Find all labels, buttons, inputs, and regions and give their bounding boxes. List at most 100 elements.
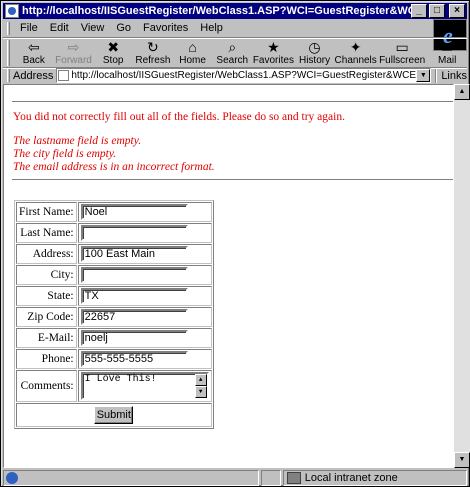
back-label: Back	[22, 55, 45, 66]
status-secure-pane	[260, 469, 281, 486]
page-content: You did not correctly fill out all of th…	[3, 84, 454, 468]
address-field[interactable]: 100 East Main	[80, 246, 188, 262]
page-icon	[58, 70, 70, 81]
email-label: E-Mail:	[16, 328, 77, 348]
history-button[interactable]: ◷ History	[295, 38, 335, 68]
scroll-down-icon[interactable]: ▼	[454, 452, 470, 468]
zone-label: Local intranet zone	[304, 471, 398, 484]
back-button[interactable]: ⇦ Back	[14, 38, 54, 68]
menu-go[interactable]: Go	[110, 22, 137, 34]
links-button[interactable]: Links	[441, 70, 467, 82]
stop-label: Stop	[102, 55, 124, 66]
textarea-scrollbar[interactable]: ▲ ▼	[194, 374, 207, 398]
refresh-label: Refresh	[135, 55, 171, 66]
form-row-city: City:	[16, 265, 212, 285]
refresh-icon: ↻	[147, 39, 159, 55]
close-button[interactable]: ×	[449, 4, 465, 18]
phone-field[interactable]: 555-555-5555	[80, 351, 188, 367]
favorites-button[interactable]: ★ Favorites	[252, 38, 295, 68]
comments-text: I Love This!	[84, 374, 157, 385]
error-item: The lastname field is empty.	[13, 135, 142, 147]
mail-button[interactable]: ✉ Mail	[427, 38, 467, 68]
channels-button[interactable]: ✦ Channels	[334, 38, 377, 68]
page-status-icon	[6, 471, 18, 484]
home-button[interactable]: ⌂ Home	[173, 38, 213, 68]
browser-app-icon	[5, 4, 19, 18]
status-zone-pane: Local intranet zone	[282, 469, 467, 486]
toolbar-grip[interactable]	[7, 40, 10, 66]
stop-button[interactable]: ✖ Stop	[93, 38, 133, 68]
mail-label: Mail	[437, 55, 457, 66]
comments-label: Comments:	[16, 370, 77, 402]
forward-button[interactable]: ⇨ Forward	[54, 38, 94, 68]
form-row-zip: Zip Code: 22657	[16, 307, 212, 327]
address-bar: Address http://localhost/IISGuestRegiste…	[3, 67, 467, 83]
home-icon: ⌂	[188, 39, 197, 55]
first-name-label: First Name:	[16, 202, 77, 222]
address-field-label: Address:	[16, 244, 77, 264]
zip-field[interactable]: 22657	[80, 309, 188, 325]
textarea-scroll-up-icon[interactable]: ▲	[194, 374, 207, 386]
menu-grip[interactable]	[7, 21, 10, 35]
email-field[interactable]: noelj	[80, 330, 188, 346]
search-button[interactable]: ⌕ Search	[212, 38, 252, 68]
form-row-first-name: First Name: Noel	[16, 202, 212, 222]
form-row-submit: Submit	[16, 403, 212, 427]
state-field[interactable]: TX	[80, 288, 188, 304]
back-arrow-icon: ⇦	[27, 39, 40, 55]
browser-window: http://localhost/IISGuestRegister/WebCla…	[0, 0, 470, 487]
top-divider	[12, 101, 453, 103]
textarea-scroll-down-icon[interactable]: ▼	[194, 386, 207, 398]
error-list: The lastname field is empty. The city fi…	[13, 135, 215, 174]
error-item: The email address is in an incorrect for…	[13, 161, 215, 173]
address-dropdown-icon[interactable]: ▼	[416, 69, 431, 82]
last-name-field[interactable]	[80, 225, 188, 241]
scroll-up-icon[interactable]: ▲	[454, 84, 470, 100]
phone-label: Phone:	[16, 349, 77, 369]
last-name-label: Last Name:	[16, 223, 77, 243]
window-title: http://localhost/IISGuestRegister/WebCla…	[22, 5, 411, 17]
address-grip[interactable]	[7, 69, 10, 82]
menu-bar: File Edit View Go Favorites Help	[3, 19, 467, 51]
menu-favorites[interactable]: Favorites	[137, 22, 194, 34]
form-row-state: State: TX	[16, 286, 212, 306]
menu-view[interactable]: View	[75, 22, 111, 34]
address-label: Address	[13, 69, 54, 82]
form-row-email: E-Mail: noelj	[16, 328, 212, 348]
status-main-pane	[3, 469, 259, 486]
form-row-address: Address: 100 East Main	[16, 244, 212, 264]
city-field[interactable]	[80, 267, 188, 283]
first-name-field[interactable]: Noel	[80, 204, 188, 220]
address-separator	[435, 68, 438, 83]
address-url: http://localhost/IISGuestRegister/WebCla…	[71, 70, 430, 81]
fullscreen-icon: ▭	[395, 39, 409, 55]
channels-icon: ✦	[349, 39, 362, 55]
history-icon: ◷	[308, 39, 321, 55]
page-vertical-scrollbar[interactable]: ▲ ▼	[454, 84, 470, 468]
mail-icon: ✉	[441, 39, 454, 55]
maximize-button[interactable]: □	[429, 4, 445, 18]
refresh-button[interactable]: ↻ Refresh	[133, 38, 173, 68]
minimize-button[interactable]: _	[411, 4, 427, 18]
state-label: State:	[16, 286, 77, 306]
guest-register-form: First Name: Noel Last Name: Address: 100…	[14, 200, 214, 429]
submit-button[interactable]: Submit	[94, 406, 134, 424]
error-message: You did not correctly fill out all of th…	[13, 111, 345, 123]
bottom-divider	[12, 179, 453, 181]
menu-edit[interactable]: Edit	[44, 22, 75, 34]
menu-file[interactable]: File	[14, 22, 44, 34]
fullscreen-button[interactable]: ▭ Fullscreen	[377, 38, 427, 68]
menu-help[interactable]: Help	[194, 22, 229, 34]
comments-textarea[interactable]: I Love This! ▲ ▼	[80, 372, 209, 400]
channels-label: Channels	[334, 55, 377, 66]
form-row-last-name: Last Name:	[16, 223, 212, 243]
home-label: Home	[179, 55, 206, 66]
search-icon: ⌕	[228, 39, 237, 55]
address-input[interactable]: http://localhost/IISGuestRegister/WebCla…	[56, 68, 432, 83]
fullscreen-label: Fullscreen	[379, 55, 426, 66]
title-bar[interactable]: http://localhost/IISGuestRegister/WebCla…	[3, 3, 467, 19]
forward-arrow-icon: ⇨	[67, 39, 80, 55]
history-label: History	[298, 55, 331, 66]
favorites-label: Favorites	[252, 55, 294, 66]
intranet-zone-icon	[286, 471, 301, 484]
